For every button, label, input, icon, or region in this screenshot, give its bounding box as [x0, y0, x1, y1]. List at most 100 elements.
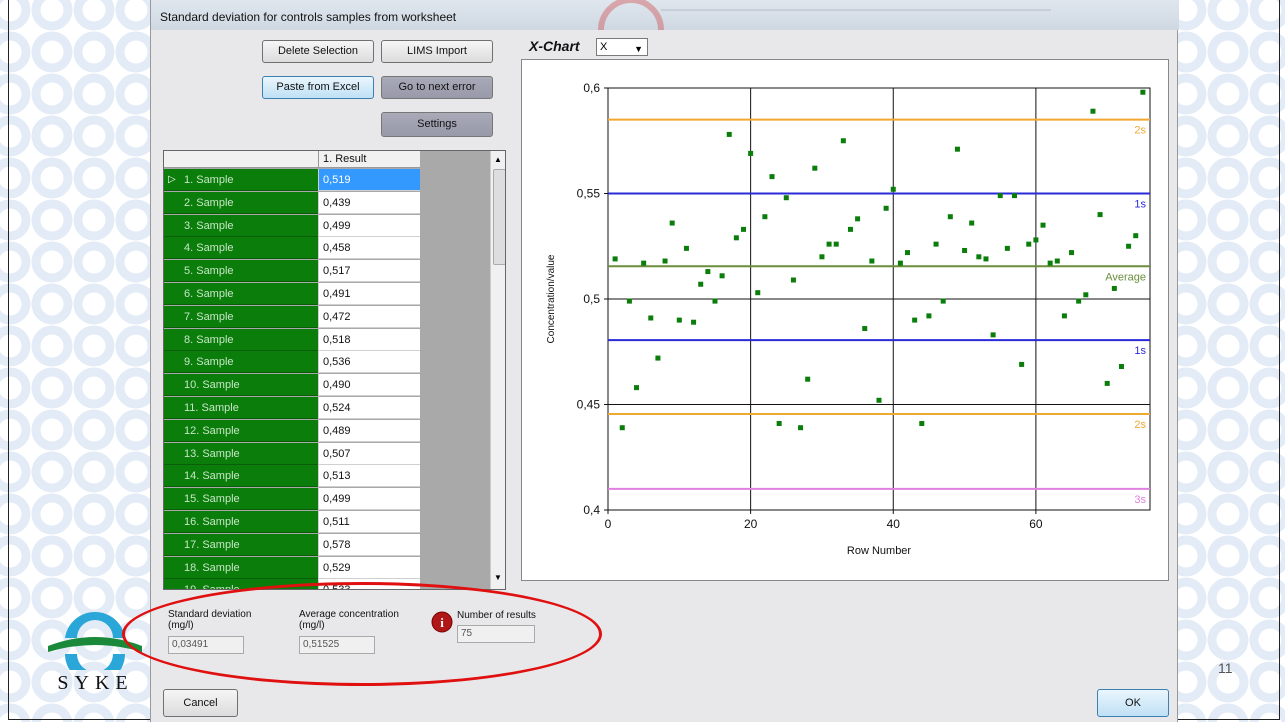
go-to-next-error-button[interactable]: Go to next error — [381, 76, 493, 99]
table-row[interactable]: 8. Sample 0,518 — [164, 328, 420, 351]
lims-import-button[interactable]: LIMS Import — [381, 40, 493, 63]
x-tick-label: 20 — [744, 517, 758, 531]
data-point — [862, 326, 868, 332]
column-header-result[interactable]: 1. Result — [318, 151, 420, 168]
control-line-label: Average — [1105, 271, 1146, 283]
table-row[interactable]: 17. Sample 0,578 — [164, 533, 420, 556]
data-point — [769, 174, 775, 180]
row-result-value[interactable]: 0,513 — [318, 465, 420, 488]
row-result-value[interactable]: 0,499 — [318, 214, 420, 237]
row-result-value[interactable]: 0,519 — [318, 169, 420, 191]
table-row[interactable]: 12. Sample 0,489 — [164, 419, 420, 442]
row-sample-name[interactable]: 18. Sample — [164, 556, 318, 579]
table-row[interactable]: 11. Sample 0,524 — [164, 397, 420, 419]
row-sample-name[interactable]: 10. Sample — [164, 374, 318, 397]
grid-scrollbar[interactable]: ▲ ▼ — [490, 151, 505, 589]
table-row[interactable]: 14. Sample 0,513 — [164, 465, 420, 488]
ok-button[interactable]: OK — [1097, 689, 1169, 717]
window-title: Standard deviation for controls samples … — [160, 10, 457, 24]
row-result-value[interactable]: 0,536 — [318, 351, 420, 374]
table-row[interactable]: 6. Sample 0,491 — [164, 283, 420, 305]
table-row[interactable]: 1. Sample 0,519 ▷ — [164, 169, 420, 191]
row-result-value[interactable]: 0,511 — [318, 511, 420, 533]
data-point — [890, 186, 896, 192]
row-result-value[interactable]: 0,578 — [318, 533, 420, 556]
scroll-thumb[interactable] — [493, 169, 505, 265]
row-result-value[interactable]: 0,507 — [318, 442, 420, 465]
data-point — [997, 193, 1003, 199]
table-row[interactable]: 13. Sample 0,507 — [164, 442, 420, 465]
data-point — [1069, 250, 1075, 256]
row-sample-name[interactable]: 12. Sample — [164, 419, 318, 442]
table-row[interactable]: 5. Sample 0,517 — [164, 260, 420, 283]
x-tick-label: 40 — [887, 517, 901, 531]
table-row[interactable]: 2. Sample 0,439 — [164, 191, 420, 214]
control-line-label: 1s — [1134, 199, 1146, 211]
table-row[interactable]: 18. Sample 0,529 — [164, 556, 420, 579]
scroll-up-icon[interactable]: ▲ — [494, 155, 502, 164]
row-sample-name[interactable]: 7. Sample — [164, 305, 318, 328]
table-row[interactable]: 3. Sample 0,499 — [164, 214, 420, 237]
data-point — [648, 315, 654, 321]
data-point — [719, 273, 725, 279]
data-point — [833, 241, 839, 247]
data-point — [812, 165, 818, 171]
table-row[interactable]: 9. Sample 0,536 — [164, 351, 420, 374]
row-result-value[interactable]: 0,439 — [318, 191, 420, 214]
row-sample-name[interactable]: 9. Sample — [164, 351, 318, 374]
row-result-value[interactable]: 0,517 — [318, 260, 420, 283]
data-point — [691, 319, 697, 325]
data-point — [826, 241, 832, 247]
paste-from-excel-button[interactable]: Paste from Excel — [262, 76, 374, 99]
row-sample-name[interactable]: 15. Sample — [164, 488, 318, 511]
row-sample-name[interactable]: 16. Sample — [164, 511, 318, 533]
row-result-value[interactable]: 0,491 — [318, 283, 420, 305]
data-point — [840, 138, 846, 144]
data-point — [634, 385, 640, 391]
row-sample-name[interactable]: 3. Sample — [164, 214, 318, 237]
row-sample-name[interactable]: 13. Sample — [164, 442, 318, 465]
row-sample-name[interactable]: 1. Sample — [164, 169, 318, 191]
row-sample-name[interactable]: 11. Sample — [164, 397, 318, 419]
row-result-value[interactable]: 0,472 — [318, 305, 420, 328]
row-sample-name[interactable]: 2. Sample — [164, 191, 318, 214]
data-point — [805, 376, 811, 382]
chart-type-select[interactable]: X ▼ — [596, 38, 648, 56]
data-point — [741, 226, 746, 232]
results-grid[interactable]: 1. Result 1. Sample 0,519 ▷ 2. Sample 0,439 3… — [163, 150, 506, 590]
scroll-down-icon[interactable]: ▼ — [494, 573, 502, 582]
data-point — [1083, 292, 1089, 298]
row-sample-name[interactable]: 8. Sample — [164, 328, 318, 351]
settings-button[interactable]: Settings — [381, 112, 493, 137]
row-sample-name[interactable]: 14. Sample — [164, 465, 318, 488]
row-result-value[interactable]: 0,499 — [318, 488, 420, 511]
row-result-value[interactable]: 0,489 — [318, 419, 420, 442]
data-point — [869, 258, 875, 264]
row-sample-name[interactable]: 4. Sample — [164, 237, 318, 260]
row-sample-name[interactable]: 17. Sample — [164, 533, 318, 556]
data-point — [897, 260, 903, 266]
cancel-button[interactable]: Cancel — [163, 689, 238, 717]
row-result-value[interactable]: 0,490 — [318, 374, 420, 397]
row-sample-name[interactable]: 5. Sample — [164, 260, 318, 283]
delete-selection-button[interactable]: Delete Selection — [262, 40, 374, 63]
data-point — [726, 131, 732, 137]
table-row[interactable]: 4. Sample 0,458 — [164, 237, 420, 260]
row-result-value[interactable]: 0,524 — [318, 397, 420, 419]
data-point — [976, 254, 982, 260]
table-row[interactable]: 7. Sample 0,472 — [164, 305, 420, 328]
data-point — [947, 214, 953, 220]
row-result-value[interactable]: 0,458 — [318, 237, 420, 260]
row-result-value[interactable]: 0,529 — [318, 556, 420, 579]
grid-corner-header — [164, 151, 318, 168]
row-result-value[interactable]: 0,518 — [318, 328, 420, 351]
table-row[interactable]: 16. Sample 0,511 — [164, 511, 420, 533]
table-row[interactable]: 10. Sample 0,490 — [164, 374, 420, 397]
control-line-label: 2s — [1134, 125, 1146, 137]
row-sample-name[interactable]: 6. Sample — [164, 283, 318, 305]
x-tick-label: 0 — [605, 517, 612, 531]
data-point — [683, 245, 689, 251]
data-point — [1047, 260, 1053, 266]
data-point — [933, 241, 939, 247]
table-row[interactable]: 15. Sample 0,499 — [164, 488, 420, 511]
